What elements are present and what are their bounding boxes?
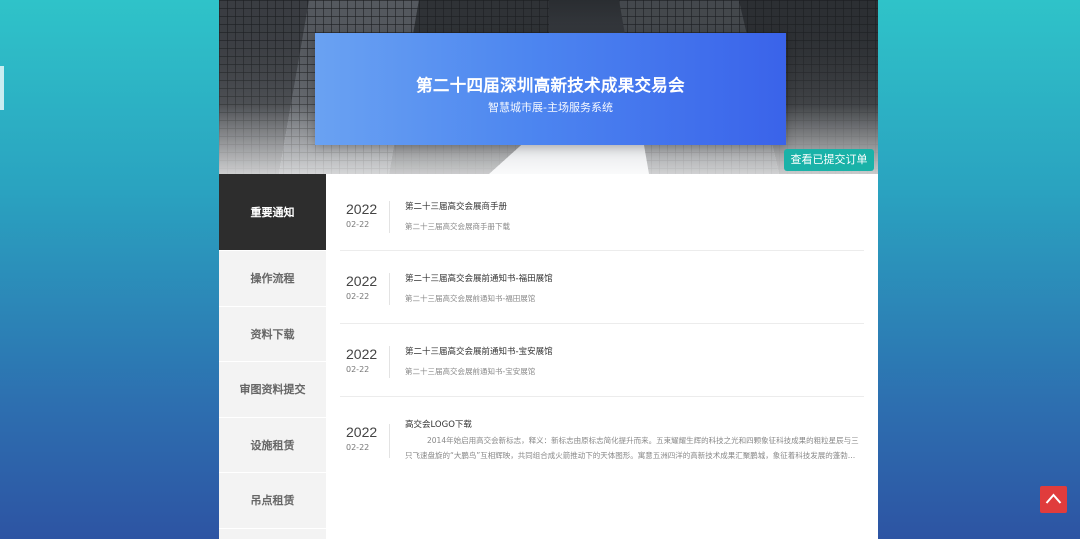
notice-summary: 第二十三届高交会展前通知书-福田展馆 — [405, 294, 536, 303]
notice-year: 2022 — [346, 273, 378, 289]
banner: 第二十四届深圳高新技术成果交易会 智慧城市展-主场服务系统 查看已提交订单 — [219, 0, 878, 174]
hero-card: 第二十四届深圳高新技术成果交易会 智慧城市展-主场服务系统 — [315, 33, 786, 145]
notice-title[interactable]: 第二十三届高交会展前通知书-福田展馆 — [405, 272, 553, 284]
notice-month-day: 02-22 — [346, 292, 370, 301]
notice-year: 2022 — [346, 201, 378, 217]
notice-date: 2022 02-22 — [340, 273, 390, 305]
back-to-top-button[interactable] — [1040, 486, 1067, 513]
notice-date: 2022 02-22 — [340, 424, 390, 458]
list-item[interactable]: 2022 02-22 第二十三届高交会展前通知书-福田展馆 第二十三届高交会展前… — [340, 251, 864, 324]
page-container: 第二十四届深圳高新技术成果交易会 智慧城市展-主场服务系统 查看已提交订单 重要… — [219, 0, 878, 539]
sidebar-item-notices[interactable]: 重要通知 — [219, 174, 326, 251]
sidebar-item-rigging-rental[interactable]: 吊点租赁 — [219, 473, 326, 529]
list-item[interactable]: 2022 02-22 高交会LOGO下载 2014年始启用高交会新标志，释义：新… — [340, 397, 864, 487]
sidebar-nav: 重要通知 操作流程 资料下载 审图资料提交 设施租赁 吊点租赁 — [219, 174, 326, 539]
notice-year: 2022 — [346, 346, 378, 362]
notice-list: 2022 02-22 第二十三届高交会展商手册 第二十三届高交会展商手册下载 2… — [340, 174, 864, 487]
sidebar-item-downloads[interactable]: 资料下载 — [219, 307, 326, 362]
notice-title[interactable]: 高交会LOGO下载 — [405, 418, 472, 430]
notice-summary: 2014年始启用高交会新标志，释义：新标志由原标志简化提升而来。五束耀耀生辉的科… — [405, 436, 859, 460]
hero-title: 第二十四届深圳高新技术成果交易会 — [416, 76, 685, 95]
notice-month-day: 02-22 — [346, 443, 370, 452]
list-item[interactable]: 2022 02-22 第二十三届高交会展前通知书-宝安展馆 第二十三届高交会展前… — [340, 324, 864, 397]
notice-year: 2022 — [346, 424, 378, 440]
notice-date: 2022 02-22 — [340, 201, 390, 233]
notice-summary: 第二十三届高交会展前通知书-宝安展馆 — [405, 367, 536, 376]
list-item[interactable]: 2022 02-22 第二十三届高交会展商手册 第二十三届高交会展商手册下载 — [340, 174, 864, 251]
notice-title[interactable]: 第二十三届高交会展前通知书-宝安展馆 — [405, 345, 553, 357]
notice-month-day: 02-22 — [346, 365, 370, 374]
sidebar-item-process[interactable]: 操作流程 — [219, 251, 326, 307]
notice-date: 2022 02-22 — [340, 346, 390, 378]
view-orders-button[interactable]: 查看已提交订单 — [784, 149, 874, 171]
notice-month-day: 02-22 — [346, 220, 370, 229]
hero-subtitle: 智慧城市展-主场服务系统 — [488, 101, 613, 114]
sidebar-item-drawing-submit[interactable]: 审图资料提交 — [219, 362, 326, 418]
notice-title[interactable]: 第二十三届高交会展商手册 — [405, 200, 507, 212]
notice-summary: 第二十三届高交会展商手册下载 — [405, 222, 510, 231]
chevron-up-icon — [1045, 493, 1062, 504]
sidebar-item-facility-rental[interactable]: 设施租赁 — [219, 418, 326, 473]
main-content: 重要通知 操作流程 资料下载 审图资料提交 设施租赁 吊点租赁 2022 02-… — [219, 174, 878, 539]
left-edge-tab[interactable] — [0, 66, 4, 110]
